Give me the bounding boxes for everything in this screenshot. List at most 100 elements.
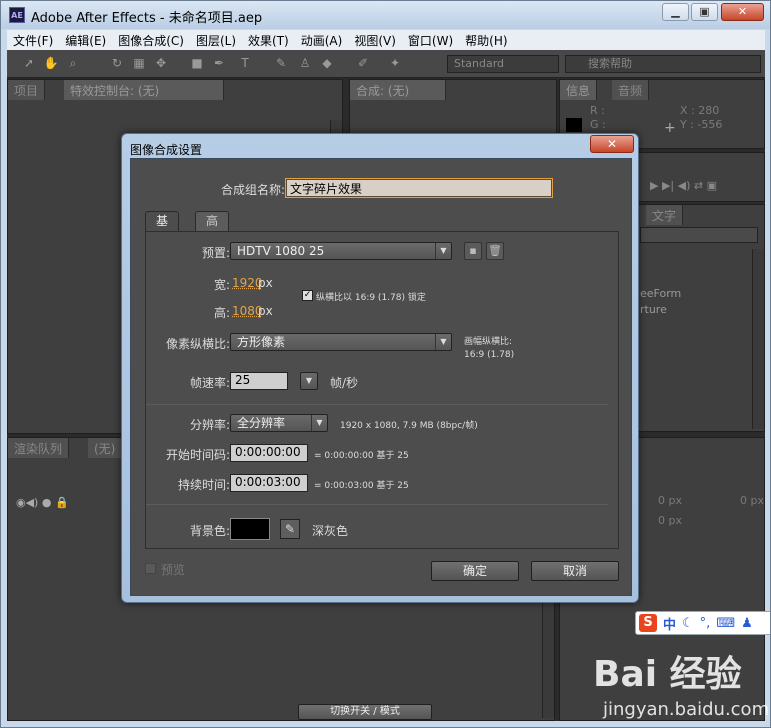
text-tool-icon[interactable]: T [237,55,253,71]
tools-toolbar: ➚ ✋ ⌕ ↻ ▦ ✥ ■ ✒ T ✎ ♙ ◆ ✐ ✦ Standard 搜索帮… [7,50,765,78]
roto-brush-tool-icon[interactable]: ✐ [355,55,371,71]
sogou-logo-icon: S [639,614,657,632]
tab-basic[interactable]: 基本 [145,211,180,246]
background-color-swatch[interactable] [230,518,270,540]
preview-label: 预览 [161,563,186,577]
comp-name-label: 合成组名称: [220,183,285,197]
frame-aspect-label: 画幅纵横比: [464,337,513,347]
eyedropper-icon[interactable]: ✎ [280,519,300,539]
window-title: Adobe After Effects - 未命名项目.aep [31,11,263,26]
tab-project[interactable]: 项目 [8,80,46,100]
crosshair-icon: + [664,120,676,136]
punctuation-icon[interactable]: °, [700,616,711,631]
resolution-info: 1920 x 1080, 7.9 MB (8bpc/帧) [340,421,478,431]
zoom-tool-icon[interactable]: ⌕ [65,55,81,71]
frame-rate-input[interactable]: 25 [230,372,288,390]
pixel-aspect-value: 方形像素 [237,335,286,349]
preview-checkbox[interactable] [145,563,156,574]
info-g: G : [590,118,606,131]
user-icon[interactable]: ♟ [741,616,753,631]
comp-name-input[interactable]: 文字碎片效果 [285,178,553,198]
menu-animation[interactable]: 动画(A) [295,32,349,49]
tab-info[interactable]: 信息 [560,80,598,100]
delete-preset-icon[interactable]: 🗑 [486,242,504,260]
background-color-label: 背景色: [189,524,230,538]
app-window: AE Adobe After Effects - 未命名项目.aep ▁ ▣ ✕… [0,0,771,728]
menu-window[interactable]: 窗口(W) [402,32,459,49]
rotate-tool-icon[interactable]: ↻ [109,55,125,71]
menu-help[interactable]: 帮助(H) [459,32,513,49]
tab-audio[interactable]: 音频 [612,80,650,100]
help-search-input[interactable]: 搜索帮助 [565,55,761,73]
pan-behind-tool-icon[interactable]: ✥ [153,55,169,71]
brush-tool-icon[interactable]: ✎ [273,55,289,71]
effect-item[interactable]: eeForm [640,287,681,300]
save-preset-icon[interactable]: ▪ [464,242,482,260]
watermark-logo: Bai 经验 [593,654,742,695]
tab-character[interactable]: 文字 [646,205,684,225]
lock-aspect-checkbox[interactable]: ✓ [302,290,313,301]
menu-layer[interactable]: 图层(L) [190,32,242,49]
after-effects-logo-icon: AE [9,7,25,23]
stamp-tool-icon[interactable]: ♙ [297,55,313,71]
ime-mode[interactable]: 中 [663,614,676,633]
hand-tool-icon[interactable]: ✋ [43,55,59,71]
menu-composition[interactable]: 图像合成(C) [112,32,190,49]
keyboard-icon[interactable]: ⌨ [716,616,735,631]
duration-input[interactable]: 0:00:03:00 [230,474,308,492]
height-unit: px [258,304,273,318]
tab-advanced[interactable]: 高级 [195,211,230,246]
duration-label: 持续时间: [177,478,230,492]
layer-switches-icon[interactable]: ◉◀) ● 🔒 [16,496,69,509]
minimize-button[interactable]: ▁ [662,3,689,21]
info-y: Y : -556 [680,118,723,131]
divider [146,504,608,505]
effects-search-input[interactable] [640,227,758,243]
width-label: 宽: [213,278,230,292]
dialog-close-button[interactable]: ✕ [590,135,634,153]
frame-rate-dropdown[interactable]: ▼ [300,372,318,390]
menu-file[interactable]: 文件(F) [7,32,59,49]
tab-none[interactable]: (无) [88,438,123,458]
tab-composition[interactable]: 合成: (无) [350,80,446,100]
close-window-button[interactable]: ✕ [721,3,764,21]
eraser-tool-icon[interactable]: ◆ [319,55,335,71]
para-indent-1[interactable]: 0 px [658,494,682,507]
watermark-url: jingyan.baidu.com [603,699,770,720]
menu-effect[interactable]: 效果(T) [242,32,295,49]
frame-aspect-value: 16:9 (1.78) [464,350,515,360]
pen-tool-icon[interactable]: ✒ [211,55,227,71]
camera-tool-icon[interactable]: ▦ [131,55,147,71]
menu-view[interactable]: 视图(V) [348,32,402,49]
para-indent-3[interactable]: 0 px [658,514,682,527]
info-r: R : [590,104,605,117]
rectangle-tool-icon[interactable]: ■ [189,55,205,71]
para-indent-2[interactable]: 0 px [740,494,764,507]
start-timecode-input[interactable]: 0:00:00:00 [230,444,308,462]
ime-toolbar[interactable]: S 中 ☾ °, ⌨ ♟ [635,611,770,635]
frame-rate-unit: 帧/秒 [330,376,359,390]
effects-scrollbar[interactable] [752,249,764,429]
title-bar[interactable]: AE Adobe After Effects - 未命名项目.aep ▁ ▣ ✕ [1,1,770,29]
puppet-tool-icon[interactable]: ✦ [387,55,403,71]
dialog-body: 合成组名称: 文字碎片效果 基本 高级 预置: HDTV 1080 25▼ ▪ … [130,158,632,596]
tab-render-queue[interactable]: 渲染队列 [8,438,70,458]
lock-aspect-label: 纵横比以 16:9 (1.78) 锁定 [316,293,426,303]
toggle-switches-modes-button[interactable]: 切换开关 / 模式 [298,704,432,720]
preset-dropdown[interactable]: HDTV 1080 25 ▼ [230,242,452,260]
workspace-select[interactable]: Standard [447,55,559,73]
tab-effect-controls[interactable]: 特效控制台: (无) [64,80,224,100]
selection-tool-icon[interactable]: ➚ [21,55,37,71]
moon-icon[interactable]: ☾ [682,616,694,631]
resolution-dropdown[interactable]: 全分辨率 ▼ [230,414,328,432]
effect-item[interactable]: rture [640,303,667,316]
chevron-down-icon: ▼ [305,376,313,385]
ok-button[interactable]: 确定 [431,561,519,581]
cancel-button[interactable]: 取消 [531,561,619,581]
playback-controls-icon[interactable]: ▶ ▶| ◀) ⇄ ▣ [650,179,717,192]
maximize-button[interactable]: ▣ [691,3,718,21]
pixel-aspect-dropdown[interactable]: 方形像素 ▼ [230,333,452,351]
divider [146,404,608,405]
menu-edit[interactable]: 编辑(E) [59,32,112,49]
dialog-title: 图像合成设置 [130,143,203,157]
